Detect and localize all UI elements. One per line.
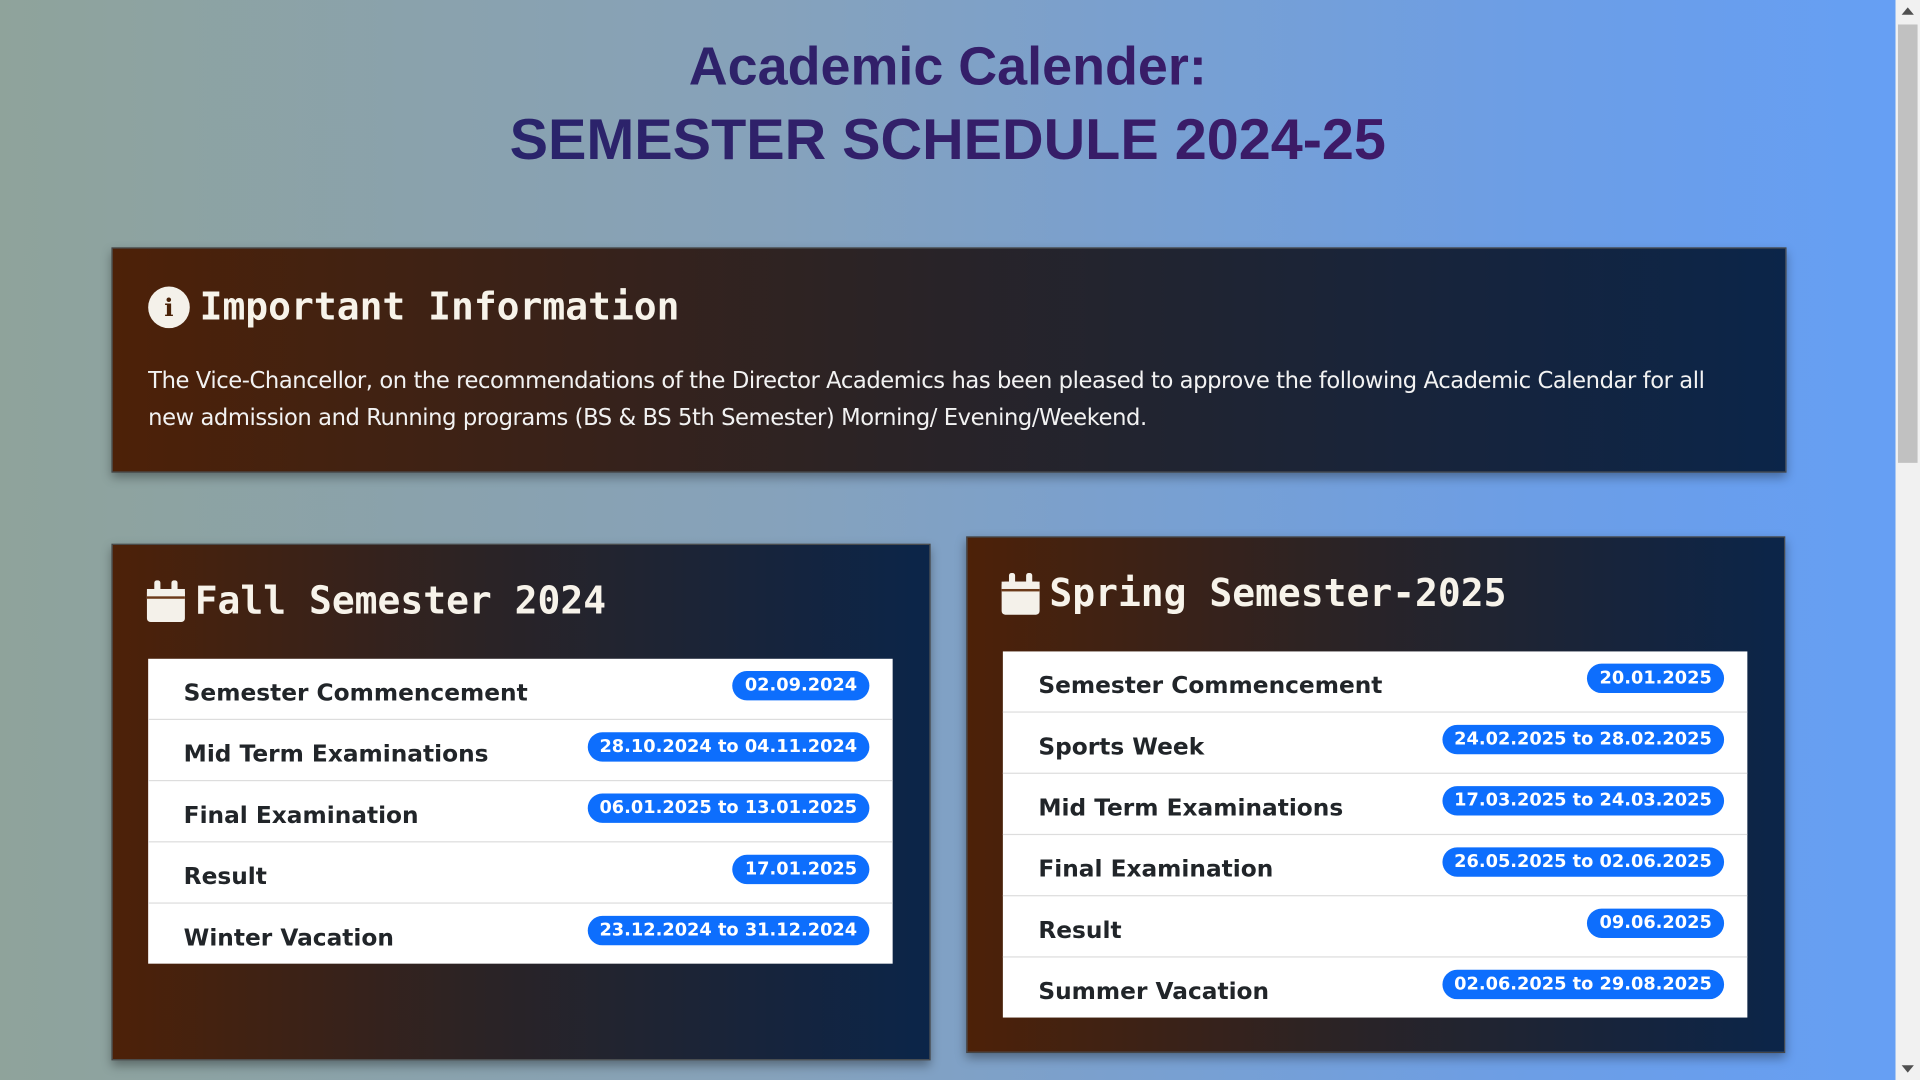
date-badge: 24.02.2025 to 28.02.2025 (1441, 724, 1725, 754)
date-badge: 02.09.2024 (732, 670, 870, 700)
calendar-icon (146, 580, 185, 623)
list-item: Semester Commencement 02.09.2024 (148, 659, 893, 721)
event-label: Mid Term Examinations (1038, 794, 1344, 822)
page: Academic Calender: SEMESTER SCHEDULE 202… (0, 0, 1920, 1080)
date-badge: 17.01.2025 (732, 854, 870, 884)
list-item: Mid Term Examinations 28.10.2024 to 04.11… (148, 720, 893, 782)
page-subtitle: SEMESTER SCHEDULE 2024-25 (0, 105, 1896, 172)
spring-schedule-list: Semester Commencement 20.01.2025 Sports We… (1002, 651, 1748, 1018)
event-label: Result (1038, 916, 1122, 944)
event-label: Summer Vacation (1038, 977, 1270, 1005)
event-label: Final Examination (1038, 855, 1274, 883)
list-item: Final Examination 26.05.2025 to 02.06.202… (1002, 835, 1748, 897)
list-item: Mid Term Examinations 17.03.2025 to 24.03… (1002, 774, 1748, 836)
date-badge: 26.05.2025 to 02.06.2025 (1441, 846, 1725, 877)
scroll-up-arrow-icon[interactable] (1901, 7, 1914, 15)
date-badge: 17.03.2025 to 24.03.2025 (1441, 785, 1725, 815)
info-heading: Important Information (199, 285, 680, 330)
event-label: Mid Term Examinations (183, 740, 489, 768)
event-label: Final Examination (183, 801, 419, 829)
scrollbar-thumb[interactable] (1897, 24, 1918, 463)
list-item: Sports Week 24.02.2025 to 28.02.2025 (1002, 713, 1748, 774)
date-badge: 20.01.2025 (1587, 663, 1725, 693)
date-badge: 09.06.2025 (1587, 907, 1725, 938)
list-item: Final Examination 06.01.2025 to 13.01.202… (148, 781, 893, 843)
spring-heading: Spring Semester-2025 (1049, 571, 1507, 616)
calendar-icon (1001, 573, 1040, 615)
event-label: Result (183, 862, 267, 890)
scroll-down-arrow-icon[interactable] (1901, 1065, 1914, 1073)
fall-heading: Fall Semester 2024 (194, 579, 607, 624)
date-badge: 02.06.2025 to 29.08.2025 (1441, 969, 1725, 999)
event-label: Sports Week (1038, 732, 1205, 760)
page-title: Academic Calender: (0, 37, 1896, 98)
event-label: Winter Vacation (183, 923, 394, 951)
date-badge: 23.12.2024 to 31.12.2024 (587, 915, 870, 945)
list-item: Winter Vacation 23.12.2024 to 31.12.2024 (148, 904, 892, 964)
info-circle-icon: i (148, 286, 190, 329)
date-badge: 06.01.2025 to 13.01.2025 (587, 792, 870, 823)
info-text: The Vice-Chancellor, on the recommendati… (148, 368, 1705, 431)
event-label: Semester Commencement (1038, 671, 1383, 699)
list-item: Result 09.06.2025 (1002, 896, 1748, 958)
list-item: Result 17.01.2025 (148, 842, 893, 904)
important-information-panel: i Important Information The Vice-Chancell… (111, 247, 1787, 473)
date-badge: 28.10.2024 to 04.11.2024 (587, 731, 870, 762)
spring-semester-card: Spring Semester-2025 Semester Commenceme… (966, 536, 1786, 1054)
list-item: Semester Commencement 20.01.2025 (1002, 651, 1748, 713)
event-label: Semester Commencement (183, 678, 528, 706)
scrollbar[interactable] (1895, 0, 1920, 1080)
fall-schedule-list: Semester Commencement 02.09.2024 Mid Term … (148, 658, 893, 964)
list-item: Summer Vacation 02.06.2025 to 29.08.2025 (1003, 958, 1747, 1018)
fall-semester-card: Fall Semester 2024 Semester Commencement… (111, 543, 931, 1061)
